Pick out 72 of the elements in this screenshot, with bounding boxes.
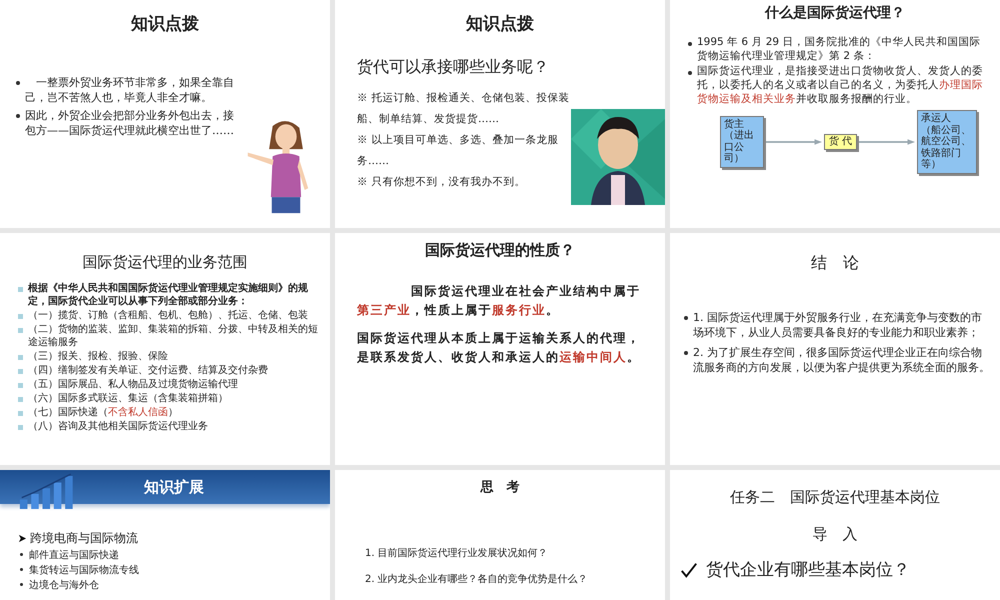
shipper-box: 货主 （进出口公司） [720, 116, 764, 168]
scope-item: （七）国际快递（不含私人信函） [28, 406, 178, 419]
scope-item: （五）国际展品、私人物品及过境货物运输代理 [28, 378, 238, 391]
bullet-text: 1. 国际货运代理属于外贸服务行业，在充满竞争与变数的市场环境下，从业人员需要具备良好的专业能力和职业素养； [693, 310, 983, 341]
bullet-icon [20, 583, 23, 586]
slide-question: 货代可以承接哪些业务呢？ [357, 57, 550, 78]
carrier-box: 承运人 （船公司、航空公司、铁路部门等） [917, 110, 978, 174]
bullet-icon [18, 369, 23, 374]
bullet-icon [684, 350, 688, 355]
bullet-text: 邮件直运与国际快递 [29, 548, 119, 562]
bullet-icon [18, 397, 23, 402]
bullet-text: 1995 年 6 月 29 日，国务院批准的《中华人民共和国国际货物运输代理业管理规定》第 2 条： [697, 36, 982, 64]
question-text: 1. 目前国际货运代理行业发展状况如何？ [365, 546, 549, 560]
slide-title: 国际货运代理的性质？ [424, 240, 576, 260]
bullet-text: 边境仓与海外仓 [29, 578, 99, 592]
bullet-icon [18, 328, 23, 333]
section-heading: 跨境电商与国际物流 [30, 530, 138, 547]
slide-thumbnail[interactable]: 思 考 1. 目前国际货运代理行业发展状况如何？ 2. 业内龙头企业有哪些？各自的竞争优势是什么？ [335, 470, 665, 600]
slide-thumbnail[interactable]: 任务二 国际货运代理基本岗位 导 入 货代企业有哪些基本岗位？ [670, 470, 1000, 600]
check-icon [680, 560, 698, 578]
scope-item: （四）缮制签发有关单证、交付运费、结算及交付杂费 [28, 364, 268, 377]
bullet-icon [18, 355, 23, 360]
service-line: ※ 只有你想不到，没有我办不到。 [357, 175, 526, 190]
bullet-text: 因此，外贸企业会把部分业务外包出去，接包方——国际货运代理就此横空出世了…… [25, 108, 235, 139]
scope-item: 根据《中华人民共和国国际货运代理业管理规定实施细则》的规定，国际货代企业可以从事下列全部或部分业务： [28, 282, 309, 308]
slide-title: 什么是国际货运代理？ [764, 4, 906, 22]
bullet-icon [18, 383, 23, 388]
bullet-icon [16, 114, 20, 118]
bullet-icon [18, 314, 23, 319]
question-text: 2. 业内龙头企业有哪些？各自的竞争优势是什么？ [365, 572, 589, 586]
bullet-icon [20, 553, 23, 556]
slide-subtitle: 导 入 [812, 524, 858, 544]
bullet-icon [18, 411, 23, 416]
bullet-icon [688, 42, 692, 46]
scope-item: （二）货物的监装、监卸、集装箱的拆箱、分拨、中转及相关的短途运输服务 [28, 323, 318, 349]
agent-box: 货 代 [824, 134, 858, 150]
scope-item: （一）揽货、订舱（含租船、包机、包舱）、托运、仓储、包装 [28, 309, 308, 322]
arrow [766, 138, 822, 146]
service-line: ※ 以上项目可单选、多选、叠加一条龙服务…… [357, 133, 560, 169]
slide-thumbnail[interactable]: 国际货运代理的性质？ 国际货运代理业在社会产业结构中属于 第三产业，性质上属于服务行业。 国际货运代理从本质上属于运输关系人的代理，是联系发货人、收货人和承运人的运输中间人。 [335, 233, 665, 465]
bullet-text: 一整票外贸业务环节非常多，如果全靠自己，岂不苦煞人也，毕竟人非全才嘛。 [25, 75, 235, 106]
slide-thumbnail[interactable]: 知识点拨 一整票外贸业务环节非常多，如果全靠自己，岂不苦煞人也，毕竟人非全才嘛。 因此，外贸企业会把部分业务外包出去，接包方——国际货运代理就此横空出世了…… [0, 0, 330, 228]
slide-thumbnail[interactable]: 知识扩展 跨境电商与国际物流 邮件直运与国际快递 集货转运与国际物流专线 边境仓与海外仓 [0, 470, 330, 600]
arrowhead-icon [18, 534, 27, 543]
bullet-text: 国际货运代理业，是指接受进出口货物收货人、发货人的委托，以委托人的名义或者以自己的名义，为委托人办理国际货物运输及相关业务并收取服务报酬的行业。 [697, 65, 984, 106]
bullet-icon [16, 81, 20, 85]
scope-item: （六）国际多式联运、集运（含集装箱拼箱） [28, 392, 228, 405]
paragraph: 国际货运代理从本质上属于运输关系人的代理，是联系发货人、收货人和承运人的运输中间人。 [357, 330, 642, 366]
service-line: ※ 托运订舱、报检通关、仓储包装、投保装船、制单结算、发货提货…… [357, 91, 570, 127]
question-text: 货代企业有哪些基本岗位？ [706, 559, 910, 581]
slide-thumbnail[interactable]: 知识点拨 货代可以承接哪些业务呢？ ※ 托运订舱、报检通关、仓储包装、投保装船、制单结算、发货提货…… ※ 以上项目可单选、多选、叠加一条龙服务…… ※ 只有你想不到，没有我办不到。 [335, 0, 665, 228]
scope-item: （三）报关、报检、报验、保险 [28, 350, 168, 363]
bullet-icon [20, 568, 23, 571]
slide-title: 结 论 [810, 252, 860, 274]
bullet-icon [18, 287, 23, 292]
slide-title: 思 考 [479, 479, 520, 496]
bullet-icon [684, 316, 688, 320]
scope-item: （八）咨询及其他相关国际货运代理业务 [28, 420, 208, 433]
slide-thumbnail[interactable]: 结 论 1. 国际货运代理属于外贸服务行业，在充满竞争与变数的市场环境下，从业人员需要具备良好的专业能力和职业素养； 2. 为了扩展生存空间，很多国际货运代理企业正在向综合物流服务商的方向发展，以便为客户提供更为系统全面的服务。 [670, 233, 1000, 465]
bullet-text: 集货转运与国际物流专线 [29, 564, 139, 577]
slide-title: 知识点拨 [464, 13, 535, 35]
slide-title: 任务二 国际货运代理基本岗位 [729, 487, 941, 507]
slide-thumbnail[interactable] [0, 233, 330, 465]
bullet-icon [18, 425, 23, 430]
bullet-text: 2. 为了扩展生存空间，很多国际货运代理企业正在向综合物流服务商的方向发展，以便为客户提供更为系统全面的服务。 [693, 344, 990, 376]
slide-title: 知识扩展 [144, 478, 204, 496]
slide-title: 国际货运代理的业务范围 [82, 252, 248, 273]
arrow [859, 138, 916, 146]
paragraph: 国际货运代理业在社会产业结构中属于 第三产业，性质上属于服务行业。 [357, 283, 642, 319]
slide-thumbnail[interactable]: 什么是国际货运代理？ 1995 年 6 月 29 日，国务院批准的《中华人民共和国国际货物运输代理业管理规定》第 2 条： 国际货运代理业，是指接受进出口货物收货人、发货人的委托，以委托人的名义或者以自己的名义，为委托人办理国际货物运输及相关业务并收取服务报酬的行业。 货主 （进出口公司） 货 代 承运人 （船公司、航空公司、铁路部门等） [670, 0, 1000, 228]
bullet-icon [688, 71, 692, 76]
slide-title: 知识点拨 [130, 13, 200, 35]
